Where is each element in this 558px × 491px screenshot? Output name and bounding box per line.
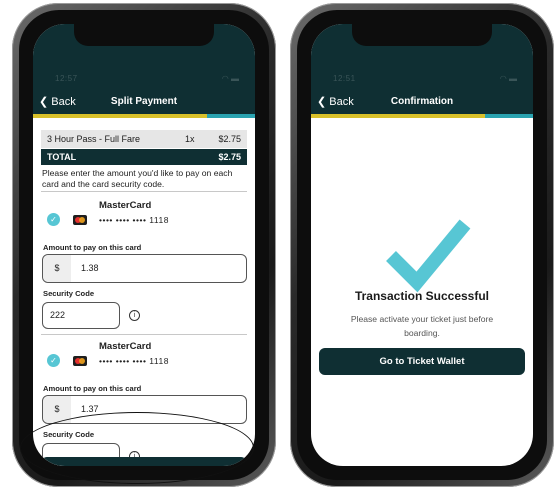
currency-prefix: $ xyxy=(43,255,71,282)
system-icons: ◠ ▬ xyxy=(500,74,517,83)
amount-value: 1.37 xyxy=(81,404,99,414)
amount-value: 1.38 xyxy=(81,263,99,273)
card-name: MasterCard xyxy=(99,200,152,211)
info-icon[interactable]: i xyxy=(129,310,140,321)
total-value: $2.75 xyxy=(218,152,241,162)
security-code-value: 222 xyxy=(50,310,66,320)
checkmark-icon[interactable]: ✓ xyxy=(47,354,60,367)
system-icons: ◠ ▬ xyxy=(222,74,239,83)
split-payment-screen: 12:57 ◠ ▬ ❮ Back Split Payment 3 Hour Pa xyxy=(33,24,255,466)
notch xyxy=(74,24,214,46)
amount-label: Amount to pay on this card xyxy=(43,243,142,252)
total-label: TOTAL xyxy=(47,152,77,162)
checkmark-icon[interactable]: ✓ xyxy=(47,213,60,226)
battery-icon: ▬ xyxy=(231,74,239,83)
confirmation-content: Transaction Successful Please activate y… xyxy=(311,118,533,466)
mastercard-icon xyxy=(73,356,87,366)
battery-icon: ▬ xyxy=(509,74,517,83)
security-code-input[interactable]: 222 xyxy=(42,302,120,329)
highlight-oval xyxy=(20,412,254,484)
card-number: •••• •••• •••• 1118 xyxy=(99,356,169,366)
go-to-ticket-wallet-button[interactable]: Go to Ticket Wallet xyxy=(319,348,525,375)
divider xyxy=(41,191,247,192)
fare-price: $2.75 xyxy=(218,134,241,144)
header-bar: 12:51 ◠ ▬ ❮ Back Confirmation xyxy=(311,24,533,116)
success-subtitle: Please activate your ticket just before … xyxy=(350,314,494,338)
amount-input[interactable]: $ 1.38 xyxy=(42,254,247,283)
fare-name: 3 Hour Pass - Full Fare xyxy=(47,134,141,144)
page-title: Split Payment xyxy=(110,96,178,107)
security-code-label: Security Code xyxy=(43,289,95,298)
total-row: TOTAL $2.75 xyxy=(41,149,247,165)
nav-bar: ❮ Back Confirmation xyxy=(311,88,533,116)
card-number: •••• •••• •••• 1118 xyxy=(99,215,169,225)
status-time: 12:57 xyxy=(55,74,78,83)
success-check-icon xyxy=(386,219,471,293)
header-bar: 12:57 ◠ ▬ ❮ Back Split Payment xyxy=(33,24,255,116)
phone-bezel: 12:51 ◠ ▬ ❮ Back Confirmation Transactio… xyxy=(297,10,547,480)
wifi-icon: ◠ xyxy=(499,74,507,83)
instructions-text: Please enter the amount you'd like to pa… xyxy=(42,168,233,189)
phone-bezel: 12:57 ◠ ▬ ❮ Back Split Payment 3 Hour Pa xyxy=(19,10,269,480)
status-time: 12:51 xyxy=(333,74,356,83)
phone-frame-right: 12:51 ◠ ▬ ❮ Back Confirmation Transactio… xyxy=(290,3,554,487)
card-name: MasterCard xyxy=(99,341,152,352)
amount-label: Amount to pay on this card xyxy=(43,384,142,393)
nav-bar: ❮ Back Split Payment xyxy=(33,88,255,116)
notch xyxy=(352,24,492,46)
page-title: Confirmation xyxy=(390,96,454,107)
fare-qty: 1x xyxy=(185,134,195,144)
divider xyxy=(41,334,247,335)
wifi-icon: ◠ xyxy=(221,74,229,83)
success-title: Transaction Successful xyxy=(354,289,490,303)
mastercard-icon xyxy=(73,215,87,225)
confirmation-screen: 12:51 ◠ ▬ ❮ Back Confirmation Transactio… xyxy=(311,24,533,466)
fare-row: 3 Hour Pass - Full Fare 1x $2.75 xyxy=(41,130,247,148)
